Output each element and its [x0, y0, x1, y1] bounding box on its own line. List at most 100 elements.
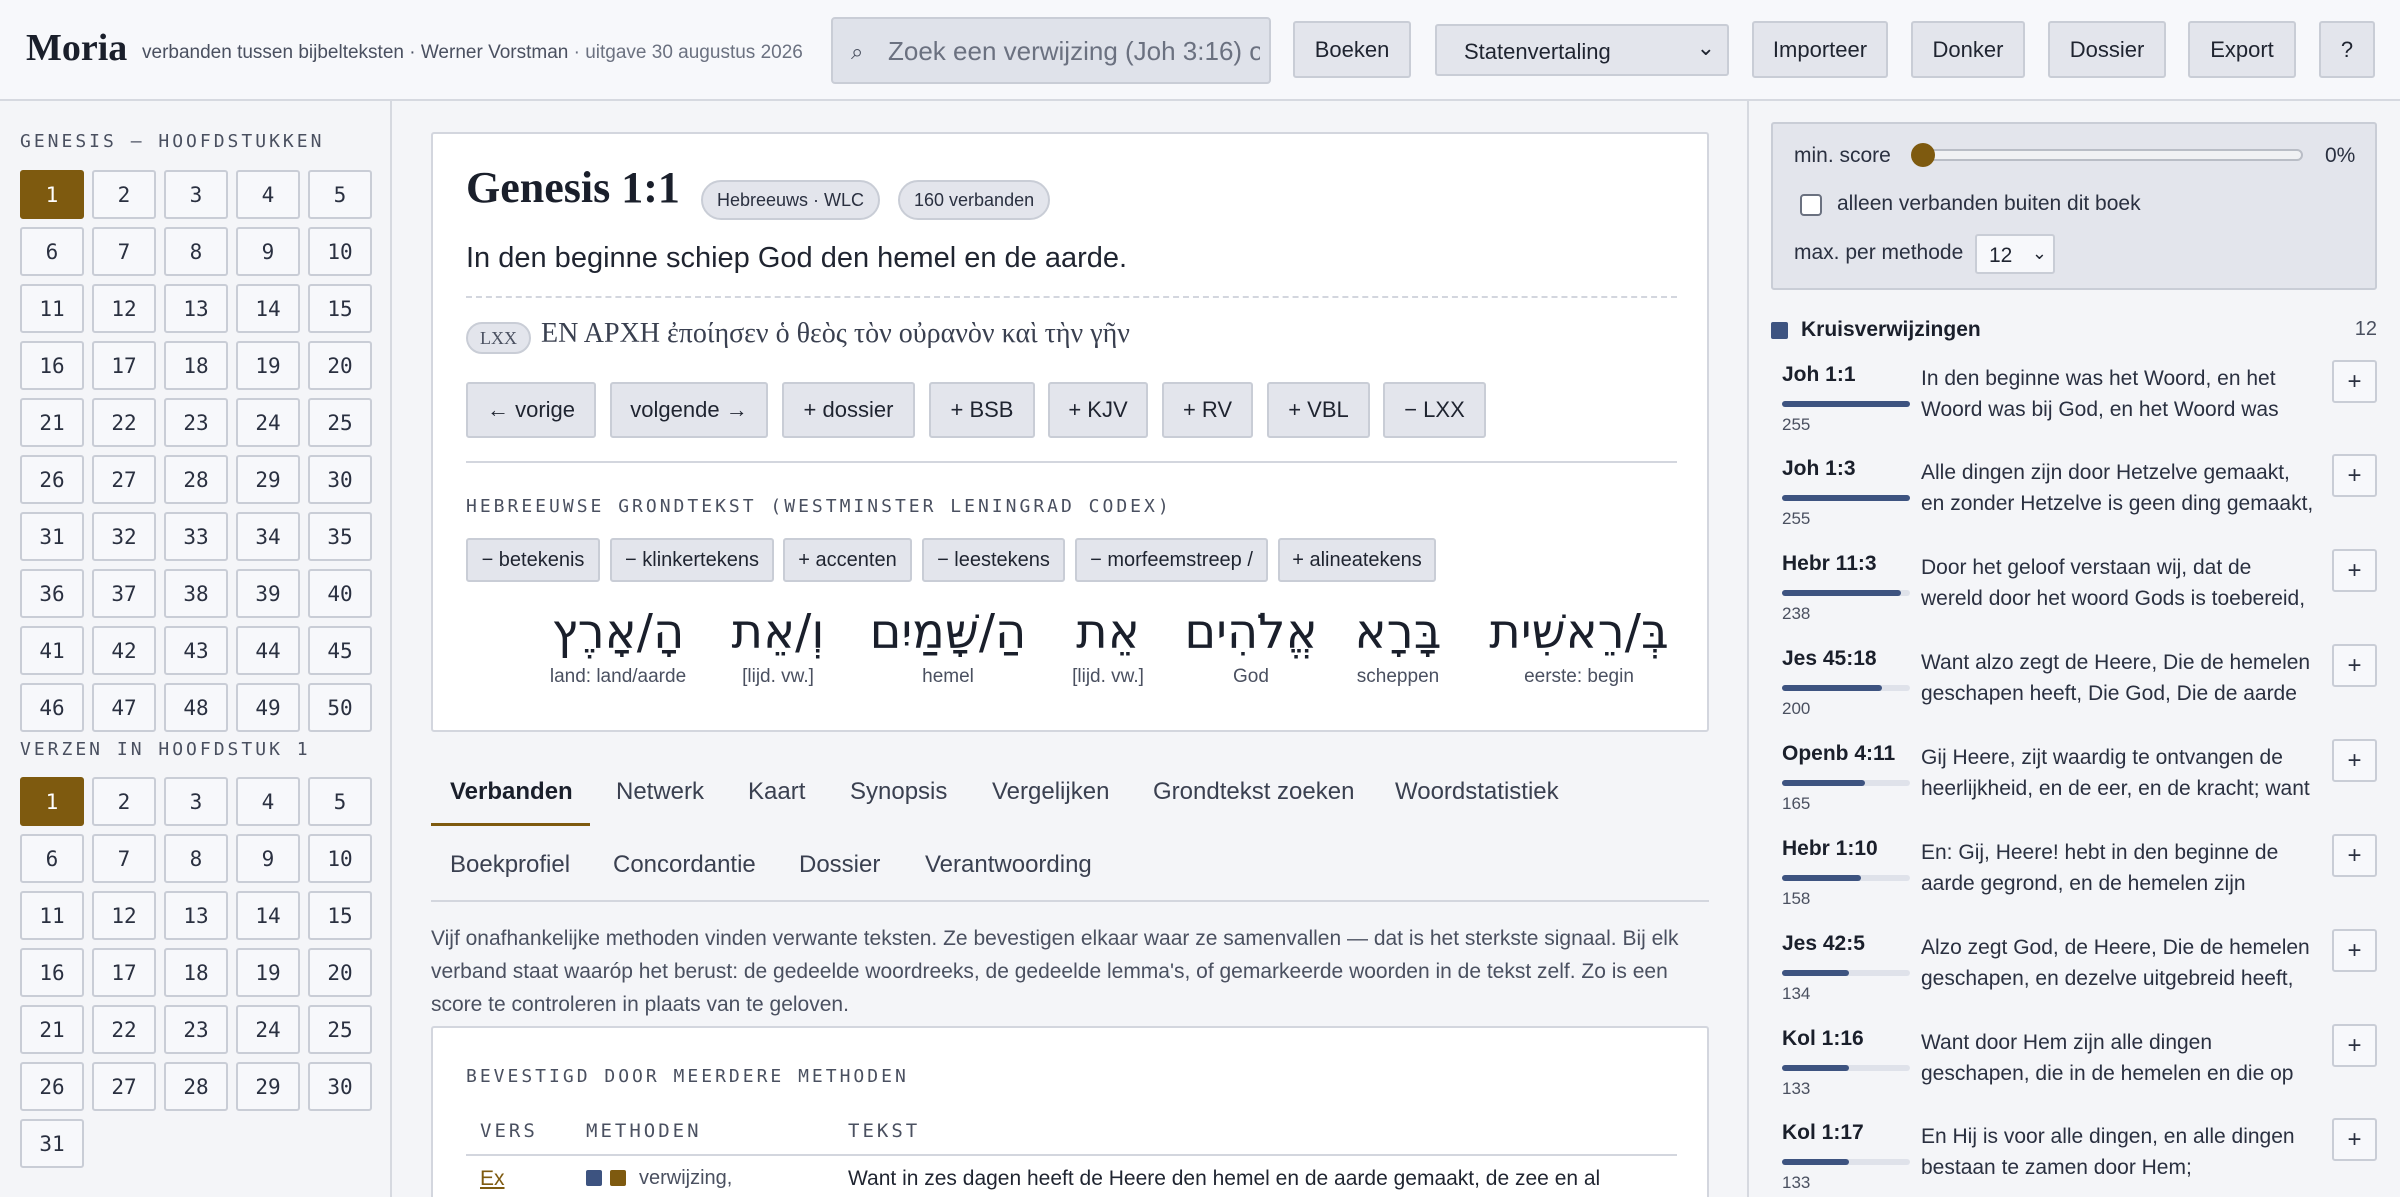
add-dossier-button[interactable]: + dossier — [782, 382, 915, 438]
chapter-button[interactable]: 28 — [164, 455, 228, 504]
verse-button[interactable]: 6 — [20, 834, 84, 883]
verse-button[interactable]: 25 — [308, 1005, 372, 1054]
chapter-button[interactable]: 33 — [164, 512, 228, 561]
chapter-button[interactable]: 7 — [92, 227, 156, 276]
chapter-button[interactable]: 38 — [164, 569, 228, 618]
chapter-button[interactable]: 46 — [20, 683, 84, 732]
next-verse-button[interactable]: volgende → — [610, 382, 768, 438]
chapter-button[interactable]: 36 — [20, 569, 84, 618]
toggle-punctuation[interactable]: − leestekens — [922, 538, 1065, 582]
chapter-button[interactable]: 29 — [236, 455, 300, 504]
hebrew-word[interactable]: אֱלֹהִים God — [1176, 604, 1326, 688]
hebrew-word[interactable]: הָ/אָרֶץ land: land/aarde — [523, 604, 713, 688]
chapter-button[interactable]: 3 — [164, 170, 228, 219]
chapter-button[interactable]: 6 — [20, 227, 84, 276]
chapter-button[interactable]: 39 — [236, 569, 300, 618]
crossrefs-header[interactable]: Kruisverwijzingen 12 — [1771, 318, 2377, 346]
verse-button[interactable]: 29 — [236, 1062, 300, 1111]
verse-button[interactable]: 10 — [308, 834, 372, 883]
chapter-button[interactable]: 45 — [308, 626, 372, 675]
tab-kaart[interactable]: Kaart — [748, 778, 805, 806]
chapter-button[interactable]: 26 — [20, 455, 84, 504]
chapter-button[interactable]: 24 — [236, 398, 300, 447]
chapter-button[interactable]: 8 — [164, 227, 228, 276]
chapter-button[interactable]: 37 — [92, 569, 156, 618]
crossref-reference[interactable]: Joh 1:1 — [1782, 363, 1856, 387]
add-crossref-button[interactable]: + — [2332, 360, 2377, 403]
chapter-button[interactable]: 23 — [164, 398, 228, 447]
export-button[interactable]: Export — [2188, 21, 2296, 78]
tab-concordantie[interactable]: Concordantie — [613, 851, 756, 879]
chapter-button[interactable]: 14 — [236, 284, 300, 333]
app-brand[interactable]: Moria — [26, 26, 127, 70]
verse-button[interactable]: 13 — [164, 891, 228, 940]
chapter-button[interactable]: 41 — [20, 626, 84, 675]
chapter-button[interactable]: 34 — [236, 512, 300, 561]
chapter-button[interactable]: 9 — [236, 227, 300, 276]
previous-verse-button[interactable]: ← vorige — [466, 382, 596, 438]
verse-button[interactable]: 7 — [92, 834, 156, 883]
chapter-button[interactable]: 43 — [164, 626, 228, 675]
add-vbl-button[interactable]: + VBL — [1267, 382, 1370, 438]
import-button[interactable]: Importeer — [1752, 21, 1888, 78]
help-button[interactable]: ? — [2319, 21, 2375, 78]
min-score-slider[interactable] — [1911, 143, 2303, 167]
crossref-item[interactable]: Joh 1:1 255 In den beginne was het Woord, … — [1771, 360, 2377, 457]
verse-button[interactable]: 19 — [236, 948, 300, 997]
crossref-item[interactable]: Openb 4:11 165 Gij Heere, zijt waardig te … — [1771, 739, 2377, 836]
hebrew-word[interactable]: וְ/אֵת [lijd. vw.] — [718, 604, 838, 688]
tab-dossier[interactable]: Dossier — [799, 851, 880, 879]
verse-button[interactable]: 8 — [164, 834, 228, 883]
verse-button[interactable]: 17 — [92, 948, 156, 997]
verse-button[interactable]: 28 — [164, 1062, 228, 1111]
crossref-reference[interactable]: Kol 1:16 — [1782, 1027, 1864, 1051]
verse-button[interactable]: 16 — [20, 948, 84, 997]
hebrew-word[interactable]: בָּרָא scheppen — [1338, 604, 1458, 688]
verse-button[interactable]: 26 — [20, 1062, 84, 1111]
verse-button[interactable]: 1 — [20, 777, 84, 826]
chapter-button[interactable]: 32 — [92, 512, 156, 561]
row-verse-link[interactable]: Ex — [480, 1167, 505, 1191]
chapter-button[interactable]: 44 — [236, 626, 300, 675]
crossref-reference[interactable]: Joh 1:3 — [1782, 457, 1856, 481]
add-crossref-button[interactable]: + — [2332, 644, 2377, 687]
add-crossref-button[interactable]: + — [2332, 454, 2377, 497]
verse-button[interactable]: 4 — [236, 777, 300, 826]
chapter-button[interactable]: 31 — [20, 512, 84, 561]
add-crossref-button[interactable]: + — [2332, 834, 2377, 877]
add-crossref-button[interactable]: + — [2332, 549, 2377, 592]
toggle-meaning[interactable]: − betekenis — [466, 538, 600, 582]
crossref-item[interactable]: Hebr 1:10 158 En: Gij, Heere! hebt in den … — [1771, 834, 2377, 931]
verse-button[interactable]: 20 — [308, 948, 372, 997]
chapter-button[interactable]: 30 — [308, 455, 372, 504]
chapter-button[interactable]: 47 — [92, 683, 156, 732]
toggle-vowels[interactable]: − klinkertekens — [610, 538, 774, 582]
chapter-button[interactable]: 35 — [308, 512, 372, 561]
chapter-button[interactable]: 4 — [236, 170, 300, 219]
toggle-accents[interactable]: + accenten — [783, 538, 912, 582]
chapter-button[interactable]: 17 — [92, 341, 156, 390]
chapter-button[interactable]: 5 — [308, 170, 372, 219]
chapter-button[interactable]: 22 — [92, 398, 156, 447]
toggle-morpheme-slash[interactable]: − morfeemstreep / — [1075, 538, 1268, 582]
crossref-item[interactable]: Joh 1:3 255 Alle dingen zijn door Hetzelve… — [1771, 454, 2377, 551]
crossref-reference[interactable]: Jes 45:18 — [1782, 647, 1877, 671]
verse-button[interactable]: 2 — [92, 777, 156, 826]
chapter-button[interactable]: 12 — [92, 284, 156, 333]
chapter-button[interactable]: 15 — [308, 284, 372, 333]
chapter-button[interactable]: 25 — [308, 398, 372, 447]
crossref-item[interactable]: Jes 42:5 134 Alzo zegt God, de Heere, Die … — [1771, 929, 2377, 1026]
chapter-button[interactable]: 1 — [20, 170, 84, 219]
crossref-item[interactable]: Hebr 11:3 238 Door het geloof verstaan wij… — [1771, 549, 2377, 646]
add-rv-button[interactable]: + RV — [1162, 382, 1253, 438]
verse-button[interactable]: 22 — [92, 1005, 156, 1054]
add-crossref-button[interactable]: + — [2332, 1024, 2377, 1067]
books-button[interactable]: Boeken — [1293, 21, 1411, 78]
crossref-reference[interactable]: Jes 42:5 — [1782, 932, 1865, 956]
translation-select[interactable]: Statenvertaling ⌄ — [1435, 24, 1729, 76]
verse-button[interactable]: 15 — [308, 891, 372, 940]
tab-verbanden[interactable]: Verbanden — [450, 778, 573, 806]
chapter-button[interactable]: 18 — [164, 341, 228, 390]
crossref-reference[interactable]: Kol 1:17 — [1782, 1121, 1864, 1145]
chapter-button[interactable]: 48 — [164, 683, 228, 732]
